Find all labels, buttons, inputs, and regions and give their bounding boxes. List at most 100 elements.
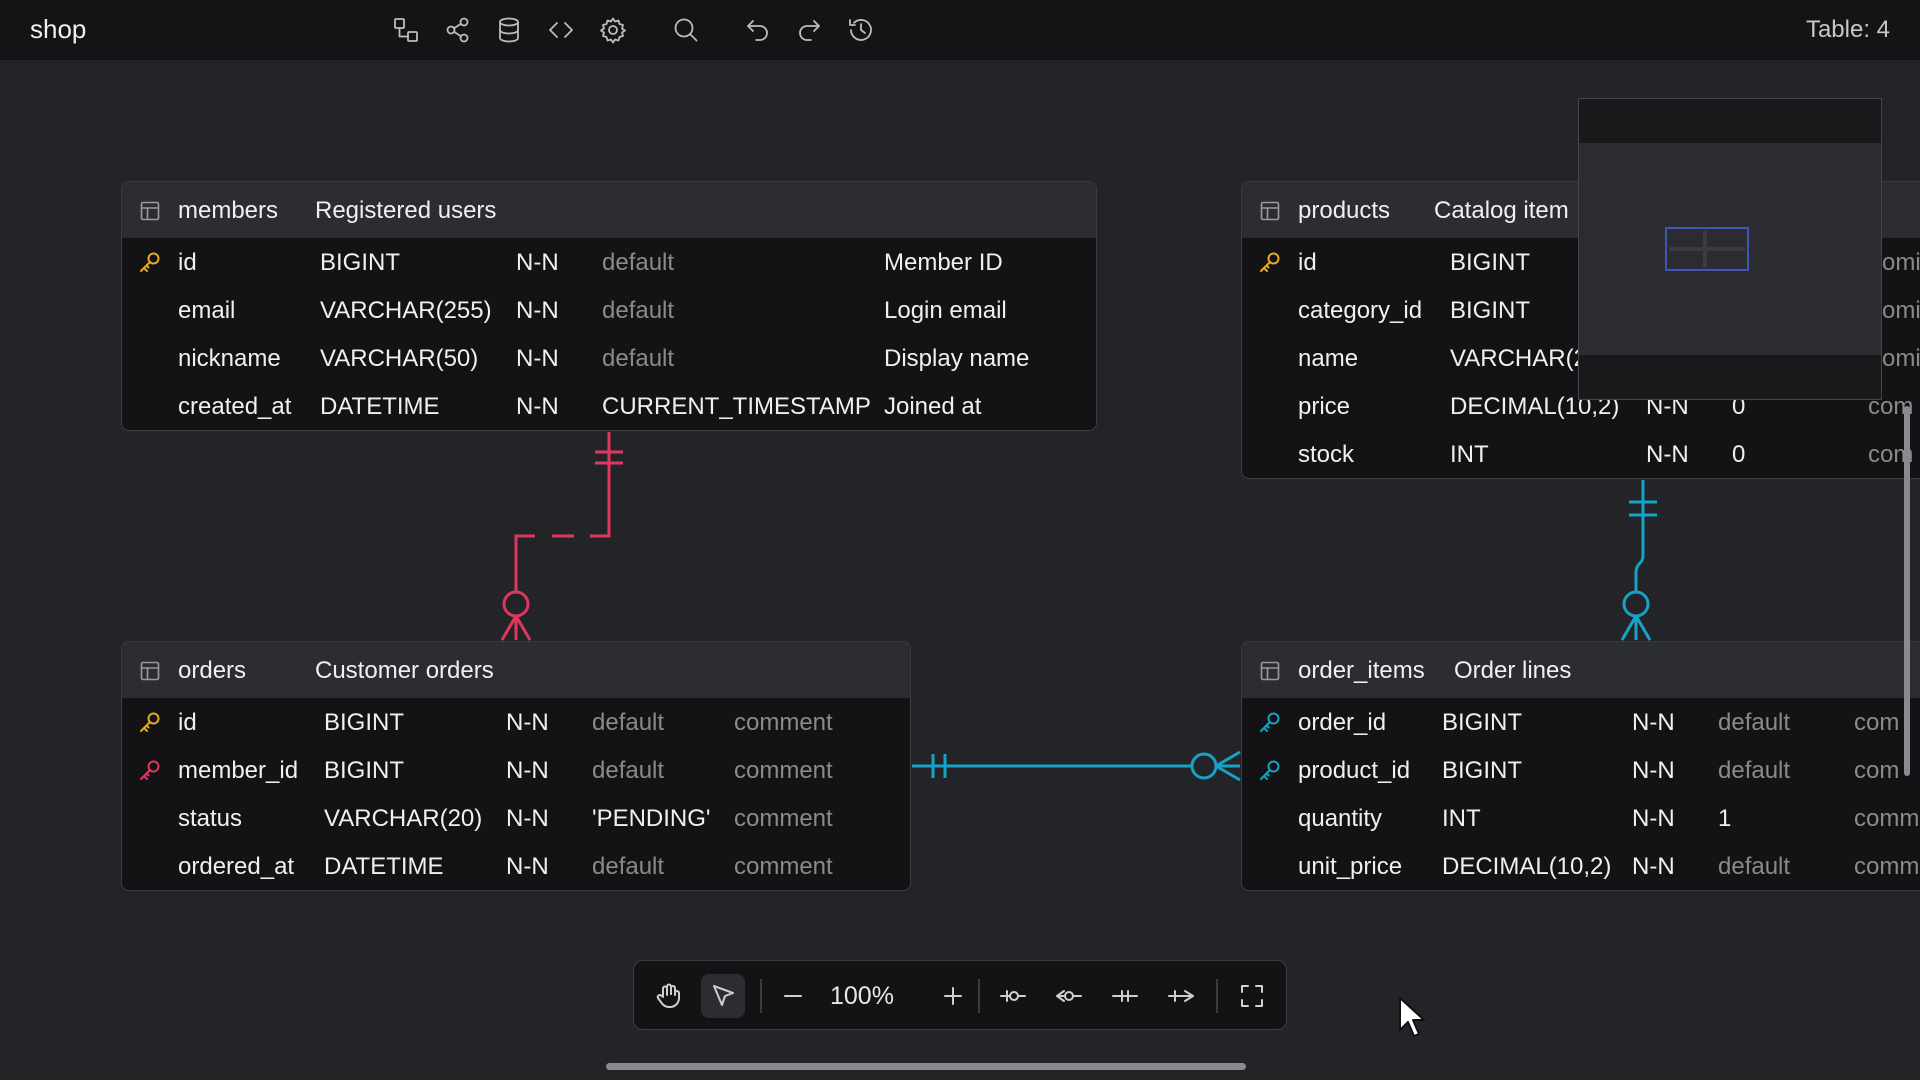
column-name: order_id [1298,709,1387,736]
table-header[interactable]: order_items Order lines [1242,642,1920,698]
table-orders[interactable]: orders Customer orders id BIGINT N-N def… [121,641,911,891]
zoom-level[interactable]: 100% [830,982,894,1011]
column-comment: Member ID [884,249,1003,276]
column-name: ordered_at [178,853,295,880]
column-row[interactable]: product_id BIGINT N-N default com [1242,746,1920,794]
settings-icon[interactable] [593,10,633,50]
column-row[interactable]: quantity INT N-N 1 comm [1242,794,1920,842]
table-icon [140,201,160,221]
pointer-icon[interactable] [701,974,745,1018]
column-name: email [178,297,236,324]
column-row[interactable]: status VARCHAR(20) N-N 'PENDING' comment [122,794,910,842]
app-title: shop [30,14,87,44]
fullscreen-icon[interactable] [1230,974,1274,1018]
database-icon[interactable] [489,10,529,50]
column-default: default [1718,709,1791,736]
column-comment: comment [734,757,833,784]
column-comment: comment [734,805,833,832]
column-default: default [602,345,675,372]
column-null: N-N [516,297,559,324]
relation-members-orders[interactable] [500,432,623,641]
column-default: default [592,757,665,784]
column-row[interactable]: ordered_at DATETIME N-N default comment [122,842,910,890]
column-row[interactable]: stock INT N-N 0 com [1242,430,1920,478]
minimap-viewport[interactable] [1665,227,1749,271]
top-bar: shop Table: 4 [0,0,1920,60]
column-row[interactable]: created_at DATETIME N-N CURRENT_TIMESTAM… [122,382,1096,430]
mouse-cursor-icon [1399,997,1425,1037]
table-header[interactable]: members Registered users [122,182,1096,238]
diagram-icon[interactable] [386,10,426,50]
column-null: N-N [506,757,549,784]
column-comment: com [1854,757,1900,784]
diagram-canvas[interactable]: members Registered users id BIGINT N-N d… [0,60,1920,1080]
zoom-out-icon[interactable] [771,974,815,1018]
table-icon [1260,661,1280,681]
hand-icon[interactable] [647,974,691,1018]
column-comment: com [1854,709,1900,736]
column-row[interactable]: member_id BIGINT N-N default comment [122,746,910,794]
column-name: price [1298,393,1351,420]
table-name: products [1298,197,1391,224]
column-type: BIGINT [324,709,405,736]
vertical-scrollbar[interactable] [1904,406,1910,776]
table-order-items[interactable]: order_items Order lines order_id BIGINT … [1241,641,1920,891]
relation-products-order-items[interactable] [1620,480,1657,641]
relation-orders-order-items[interactable] [912,750,1241,782]
one-to-many-icon[interactable] [1159,974,1203,1018]
column-row[interactable]: id BIGINT N-N default comment [122,698,910,746]
column-default: default [592,853,665,880]
column-row[interactable]: nickname VARCHAR(50) N-N default Display… [122,334,1096,382]
history-icon[interactable] [841,10,881,50]
column-name: status [178,805,243,832]
primary-key-icon [138,250,162,274]
one-to-zero-or-one-icon[interactable] [991,974,1035,1018]
column-default: default [602,297,675,324]
column-comment: Joined at [884,393,982,420]
column-type: DECIMAL(10,2) [1442,853,1612,880]
column-comment: omi [1882,297,1920,324]
table-comment: Customer orders [315,657,494,684]
column-name: name [1298,345,1359,372]
column-name: id [178,709,197,736]
column-name: product_id [1298,757,1411,784]
foreign-key-icon [138,758,162,782]
column-comment: comm [1854,853,1920,880]
column-type: BIGINT [1450,297,1531,324]
column-default: default [602,249,675,276]
column-row[interactable]: email VARCHAR(255) N-N default Login ema… [122,286,1096,334]
table-comment: Order lines [1454,657,1572,684]
column-comment: omi [1882,345,1920,372]
share-icon[interactable] [438,10,478,50]
undo-icon[interactable] [738,10,778,50]
column-null: N-N [1632,709,1675,736]
minimap[interactable] [1578,98,1882,400]
one-to-one-icon[interactable] [1103,974,1147,1018]
column-type: BIGINT [1442,757,1523,784]
column-row[interactable]: order_id BIGINT N-N default com [1242,698,1920,746]
code-icon[interactable] [541,10,581,50]
redo-icon[interactable] [789,10,829,50]
column-type: BIGINT [324,757,405,784]
table-members[interactable]: members Registered users id BIGINT N-N d… [121,181,1097,431]
search-icon[interactable] [666,10,706,50]
column-name: stock [1298,441,1355,468]
column-row[interactable]: unit_price DECIMAL(10,2) N-N default com… [1242,842,1920,890]
many-to-zero-or-one-icon[interactable] [1047,974,1091,1018]
column-type: VARCHAR(20) [324,805,483,832]
zoom-in-icon[interactable] [931,974,975,1018]
table-header[interactable]: orders Customer orders [122,642,910,698]
bottom-toolbar: 100% [633,960,1287,1030]
column-comment: comment [734,709,833,736]
column-null: N-N [506,805,549,832]
column-row[interactable]: id BIGINT N-N default Member ID [122,238,1096,286]
column-type: VARCHAR(255) [320,297,492,324]
column-default: 0 [1732,441,1746,468]
column-name: quantity [1298,805,1383,832]
column-null: N-N [1632,853,1675,880]
table-count: Table: 4 [1805,16,1890,43]
column-default: 'PENDING' [592,805,711,832]
column-null: N-N [1632,757,1675,784]
horizontal-scrollbar[interactable] [606,1063,1246,1070]
column-null: N-N [516,249,559,276]
